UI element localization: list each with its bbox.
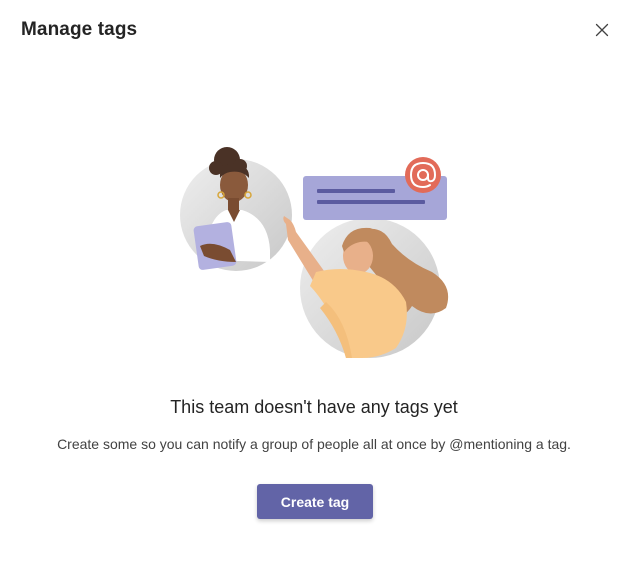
create-tag-button[interactable]: Create tag [257, 484, 373, 519]
dialog-title: Manage tags [21, 19, 138, 40]
close-icon [595, 23, 609, 37]
mention-icon [405, 157, 441, 193]
empty-state-description: Create some so you can notify a group of… [57, 436, 571, 452]
empty-state-heading: This team doesn't have any tags yet [170, 397, 458, 417]
people-mention-illustration [180, 147, 449, 358]
close-button[interactable] [590, 18, 614, 42]
manage-tags-dialog: Manage tags This team doesn't have any t… [0, 0, 628, 574]
